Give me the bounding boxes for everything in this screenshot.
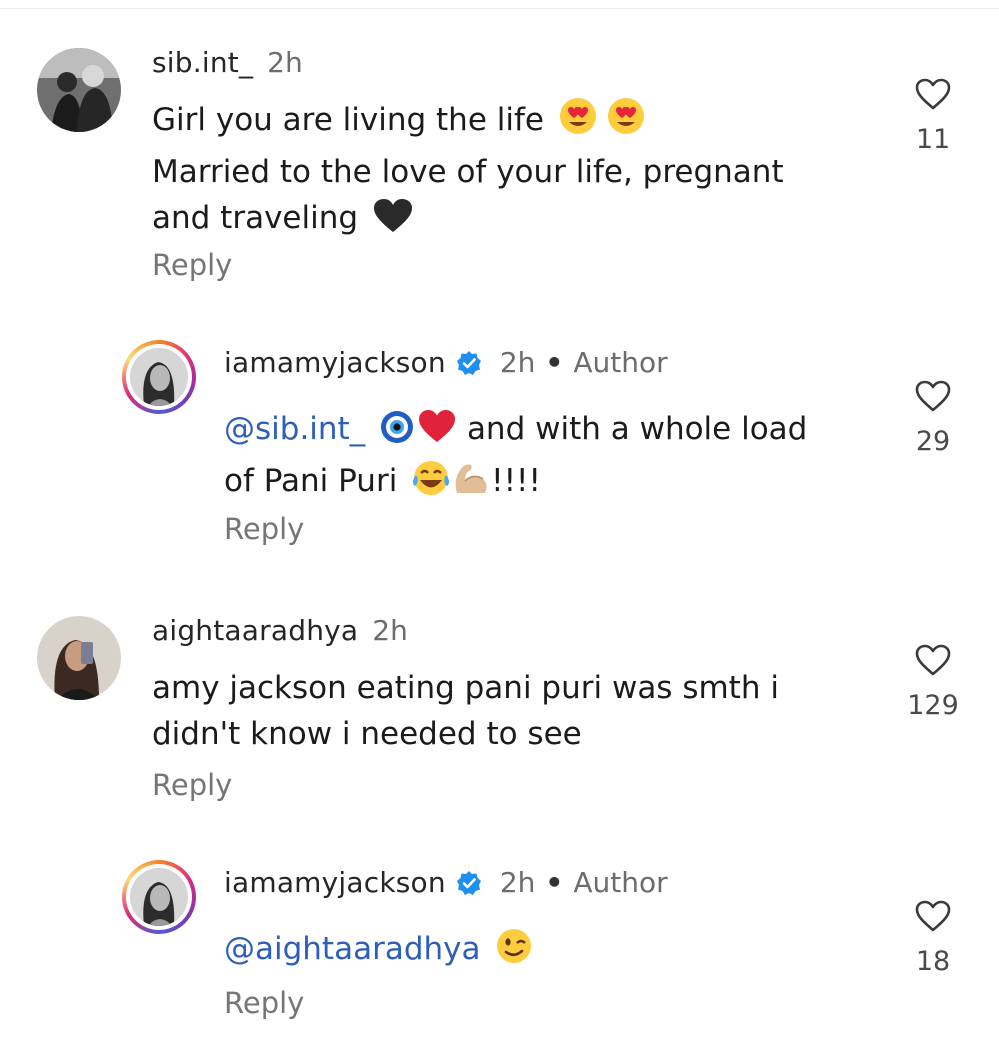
- timestamp: 2h: [499, 866, 536, 899]
- comment-line: didn't know i needed to see: [152, 716, 582, 752]
- like-button[interactable]: 129: [898, 644, 968, 721]
- heart-eyes-emoji: [606, 96, 650, 149]
- username[interactable]: iamamyjackson: [224, 866, 446, 899]
- author-badge: Author: [573, 866, 668, 899]
- nazar-emoji: [379, 409, 417, 458]
- mention-link[interactable]: @aightaaradhya: [224, 931, 481, 967]
- like-count: 129: [907, 690, 959, 721]
- timestamp: 2h: [267, 46, 303, 79]
- reply-button[interactable]: Reply: [152, 248, 232, 282]
- like-button[interactable]: 11: [898, 78, 968, 155]
- verified-badge-icon: [456, 350, 481, 375]
- reply-button[interactable]: Reply: [224, 986, 304, 1020]
- heart-icon: [915, 380, 951, 412]
- comment-line: @sib.int_ and with a whole load: [224, 406, 807, 458]
- username[interactable]: iamamyjackson: [224, 346, 446, 379]
- avatar[interactable]: [37, 48, 121, 132]
- reply-comment-author: iamamyjackson 2h • Author @sib.int_ and …: [0, 300, 999, 580]
- comment-header: sib.int_ 2h: [152, 46, 303, 79]
- comment-header: aightaaradhya 2h: [152, 614, 408, 647]
- comment-line: Married to the love of your life, pregna…: [152, 154, 784, 190]
- like-button[interactable]: 18: [898, 900, 968, 977]
- comment-text: @sib.int_ and with a whole load of Pani …: [224, 406, 807, 510]
- author-badge: Author: [573, 346, 668, 379]
- separator-dot: •: [545, 346, 564, 379]
- tears-of-joy-emoji: [411, 459, 451, 510]
- like-count: 29: [915, 426, 951, 457]
- heart-icon: [915, 900, 951, 932]
- heart-icon: [915, 78, 951, 110]
- avatar[interactable]: [122, 340, 196, 414]
- red-heart-emoji: [417, 409, 457, 458]
- verified-badge-icon: [456, 870, 481, 895]
- avatar[interactable]: [122, 860, 196, 934]
- username[interactable]: sib.int_: [152, 46, 253, 79]
- comment-line: @aightaaradhya: [224, 926, 534, 978]
- comment-text: @aightaaradhya: [224, 926, 534, 978]
- winking-face-emoji: [494, 927, 534, 978]
- separator-dot: •: [545, 866, 564, 899]
- username[interactable]: aightaaradhya: [152, 614, 358, 647]
- comment-line: of Pani Puri !!!!: [224, 458, 807, 510]
- comment-header: iamamyjackson 2h • Author: [224, 346, 668, 379]
- comment-text: amy jackson eating pani puri was smth i …: [152, 665, 779, 757]
- heart-eyes-emoji: [558, 96, 602, 149]
- comment-line: Girl you are living the life: [152, 96, 784, 149]
- comment-line: amy jackson eating pani puri was smth i: [152, 670, 779, 706]
- comment-header: iamamyjackson 2h • Author: [224, 866, 668, 899]
- timestamp: 2h: [372, 614, 408, 647]
- heart-icon: [915, 644, 951, 676]
- black-heart-emoji: [372, 198, 414, 247]
- like-button[interactable]: 29: [898, 380, 968, 457]
- reply-button[interactable]: Reply: [152, 768, 232, 802]
- like-count: 18: [915, 946, 951, 977]
- timestamp: 2h: [499, 346, 536, 379]
- comment-line: and traveling: [152, 195, 784, 247]
- comment-aightaaradhya: aightaaradhya 2h amy jackson eating pani…: [0, 580, 999, 840]
- like-count: 11: [915, 124, 951, 155]
- flexed-biceps-emoji: [451, 459, 491, 510]
- comment-sib-int: sib.int_ 2h Girl you are living the life…: [0, 0, 999, 300]
- reply-button[interactable]: Reply: [224, 512, 304, 546]
- comment-text: Girl you are living the life Married to …: [152, 96, 784, 247]
- reply-comment-author: iamamyjackson 2h • Author @aightaaradhya…: [0, 820, 999, 1062]
- avatar[interactable]: [37, 616, 121, 700]
- mention-link[interactable]: @sib.int_: [224, 411, 365, 447]
